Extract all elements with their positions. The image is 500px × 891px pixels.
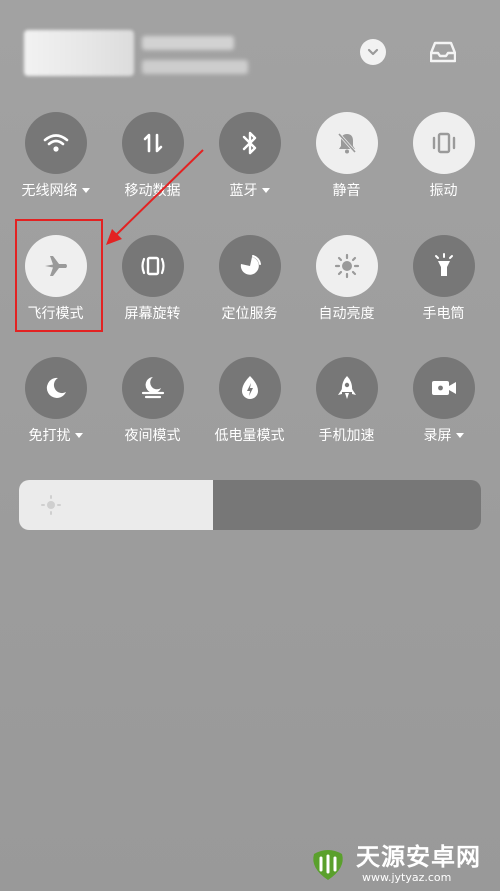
toggle-button[interactable] [412, 357, 475, 419]
tile-label-text: 振动 [429, 183, 458, 199]
toggle-button[interactable] [218, 112, 281, 174]
sun-icon [39, 493, 63, 517]
tile-location[interactable]: 定位服务 [201, 235, 298, 335]
tile-label: 手机加速 [298, 427, 395, 445]
tile-label-text: 静音 [332, 183, 361, 199]
wifi-icon [43, 132, 69, 154]
moon-icon [43, 375, 69, 401]
toggle-button[interactable] [121, 357, 184, 419]
tile-label-text: 自动亮度 [318, 306, 375, 322]
auto-brightness-icon [334, 253, 360, 279]
tile-bluetooth[interactable]: 蓝牙 [201, 112, 298, 212]
tile-bell-mute[interactable]: 静音 [298, 112, 395, 212]
watermark-logo [313, 850, 343, 880]
toggle-button[interactable] [412, 112, 475, 174]
toggle-button[interactable] [315, 357, 378, 419]
tile-label: 录屏 [395, 427, 492, 445]
tile-label: 自动亮度 [298, 305, 395, 323]
tile-label: 无线网络 [7, 182, 104, 200]
tile-rocket[interactable]: 手机加速 [298, 357, 395, 457]
toggle-button[interactable] [412, 235, 475, 297]
tile-battery-saver[interactable]: 低电量模式 [201, 357, 298, 457]
tile-label-text: 无线网络 [21, 183, 78, 199]
toggle-button[interactable] [218, 235, 281, 297]
tile-rotate-screen[interactable]: 屏幕旋转 [104, 235, 201, 335]
watermark-url: www.jytyaz.com [362, 871, 452, 884]
tile-label-text: 定位服务 [221, 306, 278, 322]
tile-label-text: 移动数据 [124, 183, 181, 199]
toggle-button[interactable] [24, 357, 87, 419]
rocket-icon [335, 374, 359, 402]
tile-label-text: 免打扰 [28, 428, 71, 444]
tile-night-mode[interactable]: 夜间模式 [104, 357, 201, 457]
video-camera-icon [430, 377, 458, 399]
inbox-tray-icon [430, 41, 456, 63]
notification-inbox-button[interactable] [429, 38, 457, 66]
dropdown-caret-icon[interactable] [261, 188, 270, 193]
tile-label-text: 手电筒 [422, 306, 465, 322]
tile-label: 定位服务 [201, 305, 298, 323]
toggle-button[interactable] [315, 235, 378, 297]
tile-label: 夜间模式 [104, 427, 201, 445]
tile-flashlight[interactable]: 手电筒 [395, 235, 492, 335]
tile-label-text: 屏幕旋转 [124, 306, 181, 322]
tile-vibrate[interactable]: 振动 [395, 112, 492, 212]
brightness-slider[interactable] [19, 480, 481, 530]
expand-button[interactable] [360, 39, 386, 65]
tile-label: 静音 [298, 182, 395, 200]
tile-label: 移动数据 [104, 182, 201, 200]
date-blurred [142, 36, 234, 50]
clock-blurred [24, 30, 134, 76]
toggle-button[interactable] [24, 112, 87, 174]
airplane-mode-highlight [15, 219, 103, 332]
vibrate-icon [430, 131, 458, 155]
date-subline-blurred [142, 60, 248, 74]
tile-label: 手电筒 [395, 305, 492, 323]
tile-label-text: 手机加速 [318, 428, 375, 444]
dropdown-caret-icon[interactable] [81, 188, 90, 193]
site-watermark: 天源安卓网 www.jytyaz.com [300, 840, 500, 890]
chevron-down-icon [367, 48, 379, 56]
tile-label-text: 低电量模式 [214, 428, 285, 444]
tile-wifi[interactable]: 无线网络 [7, 112, 104, 212]
status-header [0, 0, 500, 100]
tile-label-text: 录屏 [423, 428, 452, 444]
night-mode-icon [139, 374, 167, 402]
tile-label-text: 夜间模式 [124, 428, 181, 444]
flashlight-icon [432, 253, 456, 279]
toggle-button[interactable] [218, 357, 281, 419]
tile-mobile-data[interactable]: 移动数据 [104, 112, 201, 212]
tile-auto-brightness[interactable]: 自动亮度 [298, 235, 395, 335]
tile-video-camera[interactable]: 录屏 [395, 357, 492, 457]
bluetooth-icon [240, 130, 260, 156]
tile-moon[interactable]: 免打扰 [7, 357, 104, 457]
dropdown-caret-icon[interactable] [74, 433, 83, 438]
mobile-data-icon [141, 131, 165, 155]
tile-label: 蓝牙 [201, 182, 298, 200]
tile-label-text: 蓝牙 [229, 183, 258, 199]
tile-label: 振动 [395, 182, 492, 200]
location-icon [237, 253, 263, 279]
tile-label: 免打扰 [7, 427, 104, 445]
dropdown-caret-icon[interactable] [455, 433, 464, 438]
toggle-button[interactable] [121, 112, 184, 174]
rotate-screen-icon [138, 254, 168, 278]
battery-saver-icon [238, 374, 262, 402]
toggle-button[interactable] [315, 112, 378, 174]
watermark-title: 天源安卓网 [356, 843, 481, 871]
bell-mute-icon [334, 130, 360, 156]
tile-label: 屏幕旋转 [104, 305, 201, 323]
tile-label: 低电量模式 [201, 427, 298, 445]
toggle-button[interactable] [121, 235, 184, 297]
